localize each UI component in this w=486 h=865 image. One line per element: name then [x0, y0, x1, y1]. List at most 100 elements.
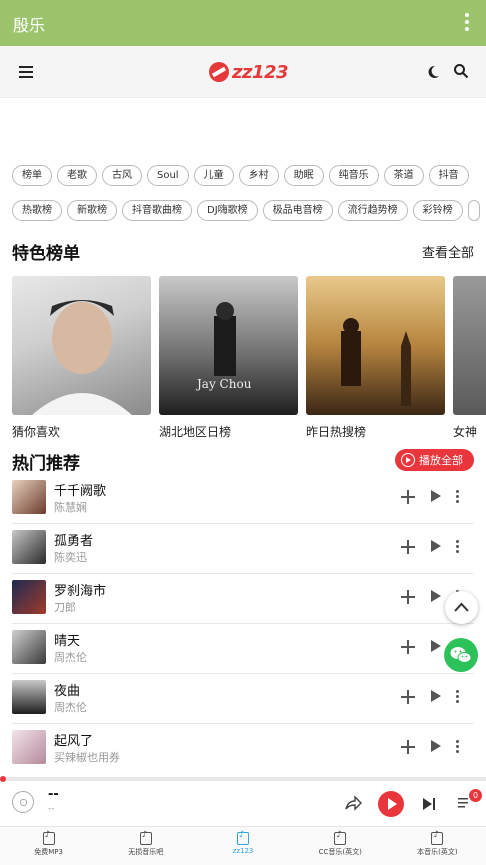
song-artist: 陈奕迅 [54, 551, 87, 564]
chip[interactable]: 新歌榜 [67, 200, 117, 221]
playback-progress-bar[interactable] [0, 776, 486, 782]
more-options-icon[interactable] [456, 540, 459, 555]
song-cover-image [12, 530, 46, 564]
chip[interactable]: 热歌榜 [12, 200, 62, 221]
chip[interactable]: 抖音 [428, 165, 469, 186]
add-icon[interactable] [401, 740, 415, 754]
chip[interactable]: 纯音乐 [328, 165, 379, 186]
song-row[interactable]: 起风了 买辣椒也用券 [12, 724, 474, 774]
hamburger-menu-icon[interactable] [19, 66, 33, 78]
card-label: 女神 [453, 425, 478, 439]
chart-chips: 热歌榜 新歌榜 抖音歌曲榜 DJ嗨歌榜 极品电音榜 流行趋势榜 彩铃榜 [12, 200, 480, 221]
chip[interactable]: 彩铃榜 [412, 200, 463, 221]
tab-ben-music[interactable]: 本音乐(英文) [389, 827, 486, 865]
queue-count-badge: 0 [469, 789, 482, 802]
card-label: 猜你喜欢 [12, 425, 61, 439]
song-title: 晴天 [54, 634, 81, 649]
now-playing-title: -- [48, 787, 59, 802]
logo-text: zz123 [232, 61, 289, 83]
song-artist: 周杰伦 [54, 651, 87, 664]
featured-card[interactable]: 猜你喜欢 [12, 276, 151, 440]
play-all-label: 播放全部 [419, 454, 463, 467]
more-options-icon[interactable] [456, 740, 459, 755]
play-icon[interactable] [431, 640, 441, 652]
tab-label: 无损音乐吧 [128, 848, 164, 856]
share-icon[interactable] [344, 795, 362, 811]
chevron-up-icon [454, 602, 469, 612]
site-logo[interactable]: zz123 [209, 59, 289, 85]
song-row[interactable]: 孤勇者 陈奕迅 [12, 524, 474, 574]
play-icon[interactable] [431, 540, 441, 552]
song-cover-image [12, 730, 46, 764]
tab-label: zz123 [232, 847, 254, 855]
song-row[interactable]: 夜曲 周杰伦 [12, 674, 474, 724]
scroll-to-top-button[interactable] [445, 591, 478, 624]
music-note-icon [431, 830, 444, 845]
song-title: 千千阙歌 [54, 484, 107, 499]
next-track-icon[interactable] [422, 797, 436, 811]
play-icon[interactable] [431, 590, 441, 602]
add-icon[interactable] [401, 490, 415, 504]
tab-free-mp3[interactable]: 免费MP3 [0, 827, 97, 865]
search-icon[interactable] [453, 63, 469, 79]
mini-player: -- -- 0 [0, 782, 486, 824]
now-playing-artist: -- [48, 804, 55, 814]
hot-section-title: 热门推荐 [12, 454, 80, 474]
song-artist: 周杰伦 [54, 701, 87, 714]
tab-cc-music[interactable]: CC音乐(英文) [292, 827, 389, 865]
chip[interactable]: 乡村 [238, 165, 279, 186]
featured-card[interactable]: 昨日热搜榜 [306, 276, 445, 440]
wechat-button[interactable] [444, 638, 478, 672]
add-icon[interactable] [401, 690, 415, 704]
chip[interactable]: 儿童 [193, 165, 234, 186]
chip[interactable]: 榜单 [12, 165, 52, 186]
play-icon[interactable] [431, 740, 441, 752]
song-row[interactable]: 罗刹海市 刀郎 [12, 574, 474, 624]
more-options-icon[interactable] [456, 490, 459, 505]
song-cover-image [12, 680, 46, 714]
chip[interactable] [467, 200, 480, 221]
tab-label: 免费MP3 [34, 848, 63, 856]
chip[interactable]: 茶道 [383, 165, 424, 186]
chip[interactable]: Soul [147, 165, 189, 186]
chip[interactable]: 流行趋势榜 [337, 200, 408, 221]
music-note-icon [42, 830, 55, 845]
more-options-icon[interactable] [456, 690, 459, 705]
chip[interactable]: 抖音歌曲榜 [122, 200, 192, 221]
wechat-icon [450, 647, 472, 663]
tab-zz123[interactable]: zz123 [194, 827, 291, 865]
song-title: 夜曲 [54, 684, 81, 699]
chip[interactable]: 极品电音榜 [262, 200, 333, 221]
song-row[interactable]: 晴天 周杰伦 [12, 624, 474, 674]
add-icon[interactable] [401, 540, 415, 554]
play-pause-button[interactable] [378, 791, 404, 817]
chip[interactable]: 古风 [102, 165, 142, 186]
view-all-link[interactable]: 查看全部 [422, 242, 474, 261]
play-icon[interactable] [431, 690, 441, 702]
add-icon[interactable] [401, 640, 415, 654]
disc-icon [12, 791, 34, 813]
play-icon[interactable] [431, 490, 441, 502]
add-icon[interactable] [401, 590, 415, 604]
song-cover-image [12, 580, 46, 614]
play-all-button[interactable]: 播放全部 [395, 449, 474, 471]
play-circle-icon [401, 453, 415, 467]
bottom-tab-bar: 免费MP3 无损音乐吧 zz123 CC音乐(英文) 本音乐(英文) [0, 826, 486, 865]
svg-text:Jay Chou: Jay Chou [195, 377, 252, 391]
song-title: 起风了 [54, 734, 94, 749]
tab-lossless[interactable]: 无损音乐吧 [97, 827, 194, 865]
card-cover-image: Jay Chou [159, 276, 298, 415]
dark-mode-icon[interactable] [425, 64, 441, 80]
more-menu-icon[interactable] [464, 13, 470, 33]
logo-mark-icon [209, 62, 229, 82]
featured-card[interactable]: 女神 [453, 276, 486, 440]
featured-card[interactable]: Jay Chou 湖北地区日榜 [159, 276, 298, 440]
chip[interactable]: 助眠 [283, 165, 324, 186]
category-chips: 榜单 老歌 古风 Soul 儿童 乡村 助眠 纯音乐 茶道 抖音 [12, 165, 469, 186]
song-row[interactable]: 千千阙歌 陈慧娴 [12, 474, 474, 524]
music-note-icon [334, 830, 347, 845]
song-title: 罗刹海市 [54, 584, 107, 599]
chip[interactable]: 老歌 [57, 165, 97, 186]
music-note-icon [139, 830, 152, 845]
chip[interactable]: DJ嗨歌榜 [197, 200, 258, 221]
